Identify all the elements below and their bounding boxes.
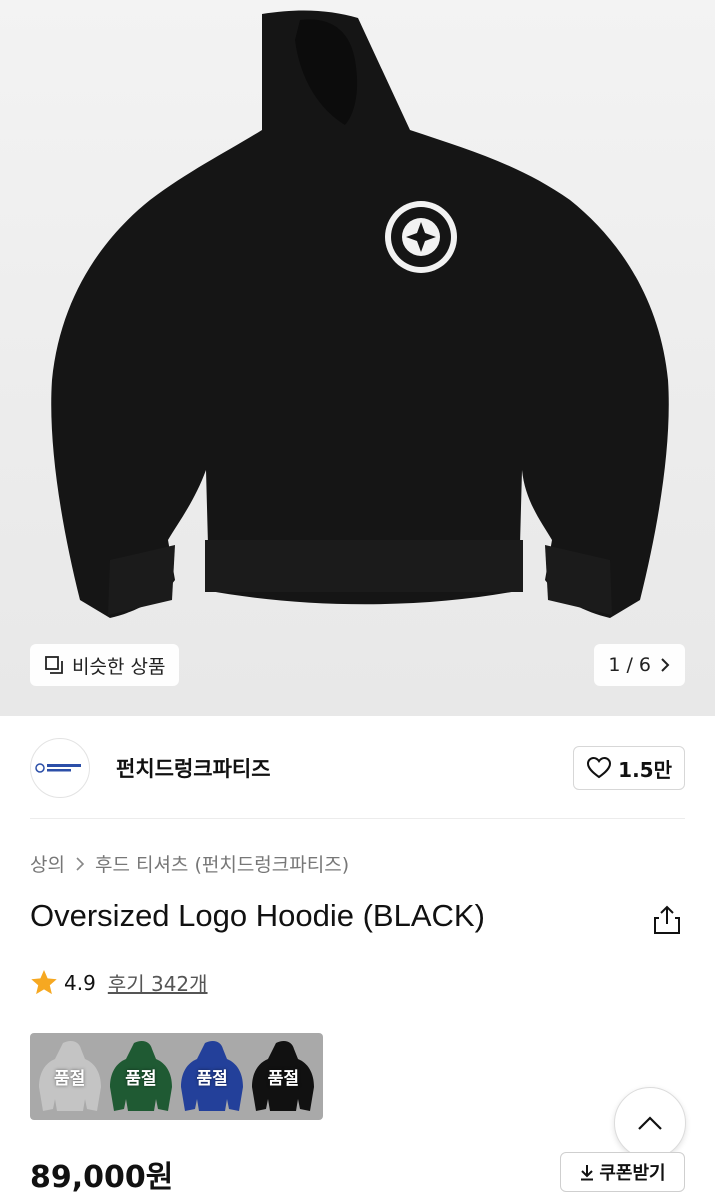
similar-products-icon — [45, 656, 63, 674]
sold-out-label: 품절 — [53, 1069, 86, 1089]
similar-products-button[interactable]: 비슷한 상품 — [30, 644, 180, 686]
color-option-blue[interactable]: 품절 — [177, 1037, 247, 1117]
breadcrumb-subcategory[interactable]: 후드 티셔츠 (펀치드렁크파티즈) — [95, 850, 349, 877]
review-count-link[interactable]: 후기 342개 — [108, 968, 208, 997]
chevron-up-icon — [638, 1116, 662, 1130]
download-icon — [581, 1165, 594, 1181]
brand-row[interactable]: 펀치드렁크파티즈 1.5만 — [30, 736, 685, 800]
breadcrumb-category[interactable]: 상의 — [30, 850, 65, 877]
sold-out-label: 품절 — [196, 1069, 228, 1089]
chevron-right-icon — [76, 856, 85, 871]
product-image-gallery[interactable]: 비슷한 상품 1 / 6 — [0, 0, 715, 716]
product-price: 89,000원 — [30, 1160, 174, 1195]
rating-row: 4.9 후기 342개 — [30, 968, 208, 997]
color-option-black[interactable]: 품절 — [248, 1037, 318, 1117]
star-icon — [31, 970, 57, 995]
similar-products-label: 비슷한 상품 — [72, 655, 166, 678]
brand-logo-mark — [35, 763, 81, 773]
color-option-green[interactable]: 품절 — [106, 1037, 176, 1117]
color-options: 품절 품절 품절 품절 — [30, 1033, 323, 1120]
color-option-gray[interactable]: 품절 — [35, 1037, 105, 1117]
rating-score: 4.9 — [64, 970, 96, 995]
coupon-label: 쿠폰받기 — [599, 1163, 666, 1184]
breadcrumb: 상의 후드 티셔츠 (펀치드렁크파티즈) — [30, 850, 349, 877]
brand-logo[interactable] — [30, 738, 90, 798]
like-count: 1.5만 — [618, 757, 672, 782]
sold-out-label: 품절 — [125, 1069, 157, 1089]
divider — [30, 818, 685, 819]
brand-name[interactable]: 펀치드렁크파티즈 — [116, 753, 271, 783]
heart-icon — [587, 756, 612, 779]
image-pager-count: 1 / 6 — [608, 654, 651, 676]
image-pager[interactable]: 1 / 6 — [594, 644, 685, 686]
chevron-right-icon — [661, 658, 670, 672]
sold-out-label: 품절 — [267, 1069, 300, 1089]
product-photo-hoodie — [51, 10, 669, 618]
like-button[interactable]: 1.5만 — [573, 746, 685, 790]
share-icon[interactable] — [652, 904, 682, 936]
scroll-to-top-button[interactable] — [614, 1087, 686, 1159]
coupon-download-button[interactable]: 쿠폰받기 — [560, 1152, 685, 1192]
product-title: Oversized Logo Hoodie (BLACK) — [30, 898, 485, 933]
